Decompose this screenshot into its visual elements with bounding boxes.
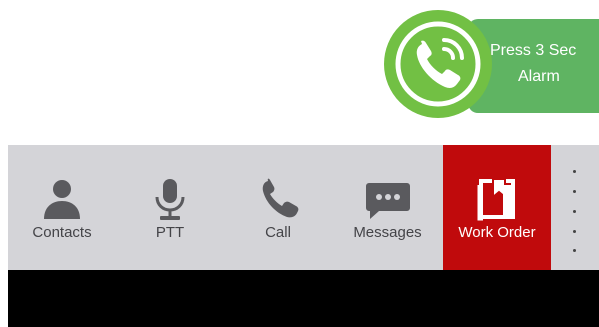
toolbar-label-messages: Messages [353,224,422,241]
toolbar-label-contacts: Contacts [32,224,92,241]
alarm-phone-button[interactable] [384,10,492,118]
content-area [8,270,599,327]
toolbar-item-ptt[interactable]: PTT [116,145,224,270]
alarm-widget[interactable]: Press 3 Sec Alarm [384,0,599,130]
bookmark-book-icon [477,178,515,221]
phone-icon [262,178,299,218]
chat-bubble-icon [365,183,410,219]
toolbar-item-contacts[interactable]: Contacts [8,145,116,270]
toolbar-label-call: Call [265,224,291,241]
alarm-instruction-text: Press 3 Sec [490,42,577,59]
toolbar-label-ptt: PTT [155,224,185,241]
phone-handset-icon [395,21,481,107]
toolbar-item-call[interactable]: Call [224,145,332,270]
microphone-icon [155,179,185,220]
alarm-label: Alarm [518,68,560,85]
overflow-menu-button[interactable] [551,145,599,270]
bottom-toolbar: Contacts PTT Call Messages Work Order [8,145,599,270]
toolbar-item-messages[interactable]: Messages [332,145,443,270]
toolbar-label-work-order: Work Order [458,224,536,241]
toolbar-item-work-order[interactable]: Work Order [443,145,551,270]
person-icon [44,180,80,219]
